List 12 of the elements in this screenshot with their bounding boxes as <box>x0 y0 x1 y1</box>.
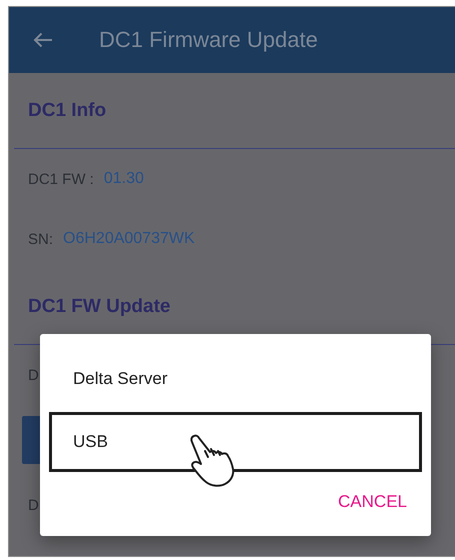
dialog-option[interactable]: Delta Server <box>49 352 422 406</box>
cancel-button[interactable]: CANCEL <box>336 488 409 516</box>
section-heading: DC1 Info <box>14 73 455 149</box>
field-label: SN: <box>28 230 54 248</box>
screen-title: DC1 Firmware Update <box>99 27 318 53</box>
row-label: D <box>28 366 39 384</box>
field-label: DC1 FW : <box>28 170 94 188</box>
field-value: O6H20A00737WK <box>63 230 195 248</box>
back-arrow-icon[interactable] <box>33 32 53 48</box>
hand-pointer-icon <box>189 433 237 489</box>
field-value: 01.30 <box>104 170 144 188</box>
row-label: D <box>28 496 39 514</box>
